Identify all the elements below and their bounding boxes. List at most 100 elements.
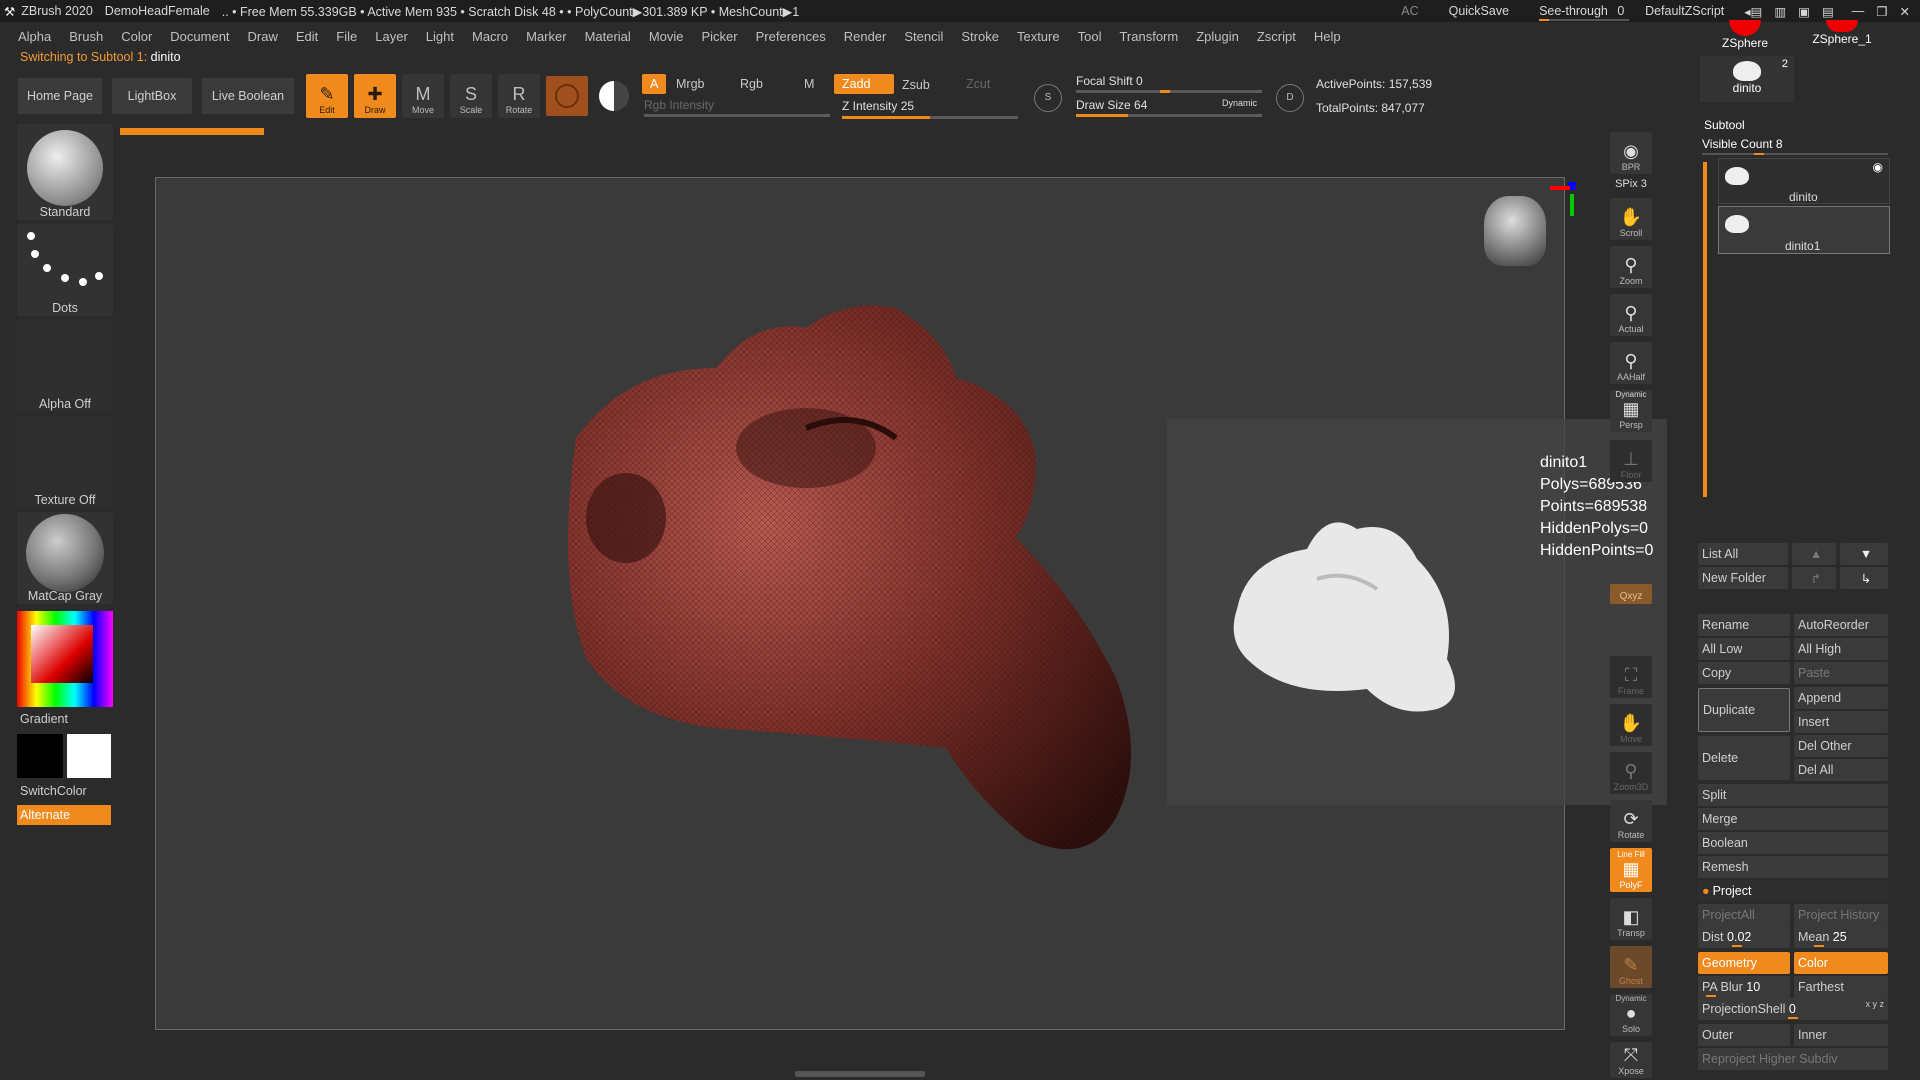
- folder-up-icon[interactable]: ↱: [1792, 567, 1836, 589]
- navigation-skull-icon[interactable]: [1484, 196, 1546, 266]
- material-swatch[interactable]: [546, 76, 588, 116]
- menu-edit[interactable]: Edit: [296, 29, 318, 44]
- insert-button[interactable]: Insert: [1794, 711, 1888, 733]
- persp-button[interactable]: Dynamic ▦ Persp: [1610, 390, 1652, 432]
- all-high-button[interactable]: All High: [1794, 638, 1888, 660]
- subtool-visibility-icon[interactable]: ◉: [1873, 160, 1883, 174]
- ghost-button[interactable]: ✎ Ghost: [1610, 946, 1652, 988]
- menu-zscript[interactable]: Zscript: [1257, 29, 1296, 44]
- zoom-button[interactable]: ⚲ Zoom: [1610, 246, 1652, 288]
- split-button[interactable]: Split: [1698, 784, 1888, 806]
- ac-label[interactable]: AC: [1401, 4, 1418, 18]
- menu-stencil[interactable]: Stencil: [904, 29, 943, 44]
- menu-light[interactable]: Light: [426, 29, 454, 44]
- boolean-button[interactable]: Boolean: [1698, 832, 1888, 854]
- edit-button[interactable]: ✎ Edit: [306, 74, 348, 118]
- rotate-view-button[interactable]: ⟳ Rotate: [1610, 800, 1652, 842]
- close-icon[interactable]: ✕: [1900, 4, 1910, 19]
- draw-button[interactable]: ✚ Draw: [354, 74, 396, 118]
- z-intensity-slider[interactable]: Z Intensity 25: [842, 99, 914, 113]
- menu-macro[interactable]: Macro: [472, 29, 508, 44]
- aahalf-button[interactable]: ⚲ AAHalf: [1610, 342, 1652, 384]
- main-color-swatch[interactable]: [67, 734, 111, 778]
- menu-preferences[interactable]: Preferences: [756, 29, 826, 44]
- rgb-toggle[interactable]: Rgb: [732, 74, 771, 94]
- del-all-button[interactable]: Del All: [1794, 759, 1888, 781]
- folder-down-icon[interactable]: ↳: [1840, 567, 1888, 589]
- inner-button[interactable]: Inner: [1794, 1024, 1888, 1046]
- zadd-toggle[interactable]: Zadd: [834, 74, 894, 94]
- default-zscript-button[interactable]: DefaultZScript: [1645, 4, 1724, 18]
- quicksave-button[interactable]: QuickSave: [1449, 4, 1509, 18]
- menu-brush[interactable]: Brush: [69, 29, 103, 44]
- farthest-button[interactable]: Farthest: [1794, 976, 1888, 998]
- subtool-item-dinito1[interactable]: dinito1: [1718, 206, 1890, 254]
- color-toggle[interactable]: Color: [1794, 952, 1888, 974]
- visible-count-slider[interactable]: Visible Count 8: [1702, 137, 1888, 155]
- focal-shift-slider[interactable]: Focal Shift 0: [1076, 74, 1143, 88]
- menu-picker[interactable]: Picker: [702, 29, 738, 44]
- minimize-icon[interactable]: —: [1852, 4, 1865, 18]
- zoom3d-button[interactable]: ⚲ Zoom3D: [1610, 752, 1652, 794]
- list-all-button[interactable]: List All: [1698, 543, 1788, 565]
- rgb-intensity-track[interactable]: [644, 114, 830, 117]
- tray-icon[interactable]: ▥: [1774, 4, 1786, 19]
- menu-material[interactable]: Material: [585, 29, 631, 44]
- menu-render[interactable]: Render: [844, 29, 887, 44]
- move-view-button[interactable]: ✋ Move: [1610, 704, 1652, 746]
- scroll-button[interactable]: ✋ Scroll: [1610, 198, 1652, 240]
- new-folder-button[interactable]: New Folder: [1698, 567, 1788, 589]
- lightbox-button[interactable]: LightBox: [112, 78, 192, 114]
- floor-button[interactable]: ⊥ Floor: [1610, 440, 1652, 482]
- a-toggle[interactable]: A: [642, 74, 667, 94]
- xyz-button[interactable]: Qxyz: [1610, 584, 1652, 604]
- menu-help[interactable]: Help: [1314, 29, 1341, 44]
- move-button[interactable]: M Move: [402, 74, 444, 118]
- xpose-button[interactable]: ⤧ Xpose: [1610, 1042, 1652, 1078]
- solo-button[interactable]: Dynamic ● Solo: [1610, 994, 1652, 1036]
- transp-button[interactable]: ◧ Transp: [1610, 898, 1652, 940]
- subtool-list-scrollbar[interactable]: [1703, 162, 1707, 497]
- zsphere1-thumb[interactable]: ZSphere_1: [1792, 20, 1892, 56]
- seethrough-slider[interactable]: See-through 0: [1539, 4, 1630, 21]
- focal-shift-icon[interactable]: S: [1034, 84, 1062, 112]
- menu-zplugin[interactable]: Zplugin: [1196, 29, 1239, 44]
- menu-marker[interactable]: Marker: [526, 29, 566, 44]
- outer-button[interactable]: Outer: [1698, 1024, 1790, 1046]
- dynamic-label[interactable]: Dynamic: [1222, 98, 1257, 108]
- projection-shell-slider[interactable]: ProjectionShell 0 x y z: [1698, 998, 1888, 1020]
- draw-size-slider[interactable]: Draw Size 64: [1076, 98, 1147, 112]
- all-low-button[interactable]: All Low: [1698, 638, 1790, 660]
- axis-gizmo-icon[interactable]: [1550, 182, 1580, 222]
- project-section[interactable]: ● Project: [1698, 880, 1888, 902]
- menu-movie[interactable]: Movie: [649, 29, 684, 44]
- paste-button[interactable]: Paste: [1794, 662, 1888, 684]
- duplicate-button[interactable]: Duplicate: [1698, 688, 1790, 732]
- alternate-button[interactable]: Alternate: [17, 805, 111, 825]
- sphere-material-button[interactable]: [596, 78, 632, 114]
- frame-button[interactable]: ⛶ Frame: [1610, 656, 1652, 698]
- secondary-color-swatch[interactable]: [17, 734, 63, 778]
- delete-button[interactable]: Delete: [1698, 736, 1790, 780]
- dinito-tool-thumb[interactable]: dinito 2: [1700, 56, 1794, 102]
- autoreorder-button[interactable]: AutoReorder: [1794, 614, 1888, 636]
- move-down-arrow-icon[interactable]: ▼: [1840, 543, 1888, 565]
- bottom-scroll-handle[interactable]: [795, 1071, 925, 1077]
- remesh-button[interactable]: Remesh: [1698, 856, 1888, 878]
- menu-file[interactable]: File: [336, 29, 357, 44]
- menu-tool[interactable]: Tool: [1078, 29, 1102, 44]
- mrgb-toggle[interactable]: Mrgb: [668, 74, 712, 94]
- menu-transform[interactable]: Transform: [1119, 29, 1178, 44]
- zcut-toggle[interactable]: Zcut: [958, 74, 998, 94]
- menu-color[interactable]: Color: [121, 29, 152, 44]
- merge-button[interactable]: Merge: [1698, 808, 1888, 830]
- color-picker-square[interactable]: [31, 625, 93, 683]
- dynamic-size-icon[interactable]: D: [1276, 84, 1304, 112]
- move-up-arrow-icon[interactable]: ▲: [1792, 543, 1836, 565]
- window-icon[interactable]: ▤: [1822, 4, 1834, 19]
- rgb-intensity-label[interactable]: Rgb Intensity: [644, 98, 714, 112]
- del-other-button[interactable]: Del Other: [1794, 735, 1888, 757]
- rename-button[interactable]: Rename: [1698, 614, 1790, 636]
- zsphere-thumb[interactable]: ZSphere: [1700, 20, 1790, 56]
- gradient-label[interactable]: Gradient: [20, 712, 116, 726]
